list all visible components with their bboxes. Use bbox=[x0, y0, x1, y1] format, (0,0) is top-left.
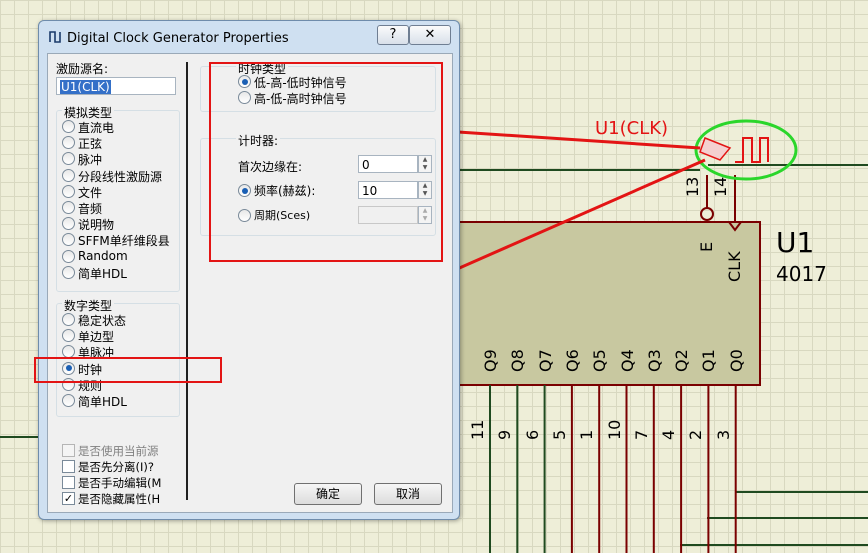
output-pin-number: 11 bbox=[468, 419, 487, 440]
generator-label: U1(CLK) bbox=[595, 118, 669, 139]
dialog-title: Digital Clock Generator Properties bbox=[67, 31, 289, 46]
clock-wave-icon bbox=[735, 137, 769, 163]
analog-type-label: 音频 bbox=[78, 202, 103, 216]
pin-number-e: 13 bbox=[683, 176, 702, 197]
output-pin-number: 9 bbox=[495, 429, 515, 440]
checkbox-label: 是否手动编辑(M bbox=[78, 476, 162, 490]
source-name-label: 激励源名: bbox=[56, 62, 109, 76]
output-pin-label: Q7 bbox=[535, 349, 555, 372]
analog-type-label: 正弦 bbox=[78, 137, 103, 152]
output-pin-number: 3 bbox=[713, 429, 733, 440]
output-pin-label: Q3 bbox=[644, 349, 664, 372]
analog-type-radio[interactable] bbox=[62, 184, 75, 198]
digital-type-label: 单边型 bbox=[78, 330, 115, 345]
checkbox-label: 是否隐藏属性(H bbox=[78, 492, 161, 506]
output-pin-label: Q4 bbox=[617, 349, 637, 372]
chip-reference: U1 bbox=[776, 226, 815, 259]
analog-type-radio[interactable] bbox=[62, 120, 75, 133]
output-pin-stubs bbox=[489, 385, 737, 553]
output-pin-number: 4 bbox=[659, 429, 679, 440]
analog-type-label: 文件 bbox=[78, 185, 103, 200]
analog-type-radio[interactable] bbox=[62, 265, 75, 279]
annotation-box-settings bbox=[209, 62, 443, 262]
analog-type-label: 脉冲 bbox=[78, 153, 103, 168]
analog-type-radio[interactable] bbox=[62, 249, 75, 263]
output-pin-number: 10 bbox=[604, 419, 624, 440]
analog-type-label: 说明物 bbox=[78, 218, 115, 233]
help-button[interactable]: ? bbox=[377, 25, 409, 45]
analog-type-radio[interactable] bbox=[62, 168, 75, 182]
output-pin-number: 5 bbox=[549, 429, 569, 440]
annotation-box-clock bbox=[34, 357, 222, 383]
column-divider bbox=[186, 62, 188, 500]
cancel-button[interactable]: 取消 bbox=[374, 483, 442, 505]
checkbox[interactable] bbox=[62, 476, 75, 489]
properties-dialog: Digital Clock Generator Properties ? ✕ 激… bbox=[38, 20, 460, 520]
digital-type-radio[interactable] bbox=[62, 394, 75, 407]
pin-label-e: E bbox=[697, 241, 716, 252]
source-name-input[interactable]: U1(CLK) bbox=[56, 77, 176, 95]
digital-type-label: 稳定状态 bbox=[78, 314, 127, 328]
chip-part-number: 4017 bbox=[776, 262, 827, 286]
checkbox[interactable]: ✓ bbox=[62, 492, 75, 505]
digital-type-radio[interactable] bbox=[62, 313, 75, 326]
output-pin-label: Q1 bbox=[699, 349, 719, 372]
digital-type-label: 简单HDL bbox=[78, 395, 127, 409]
checkbox bbox=[62, 444, 75, 457]
checkbox[interactable] bbox=[62, 460, 75, 473]
dialog-titlebar[interactable]: Digital Clock Generator Properties ? ✕ bbox=[39, 21, 459, 53]
checkbox-label: 是否先分离(I)? bbox=[78, 460, 154, 474]
generator-symbol bbox=[699, 137, 732, 161]
output-pin-label: Q5 bbox=[590, 349, 610, 372]
output-pin-number: 2 bbox=[686, 429, 706, 440]
pin-label-clk: CLK bbox=[725, 251, 744, 282]
output-pin-number: 6 bbox=[522, 429, 542, 440]
checkbox-label: 是否使用当前源 bbox=[78, 444, 159, 458]
output-pin-number: 1 bbox=[577, 429, 597, 440]
analog-type-label: 直流电 bbox=[78, 121, 115, 135]
analog-type-label: SFFM单纤维段县 bbox=[78, 234, 170, 249]
output-pin-label: Q2 bbox=[672, 349, 692, 372]
ok-button[interactable]: 确定 bbox=[294, 483, 362, 505]
output-pin-label: Q8 bbox=[508, 349, 528, 372]
pin-number-clk: 14 bbox=[711, 176, 730, 197]
close-button[interactable]: ✕ bbox=[409, 25, 451, 45]
output-pin-label: Q9 bbox=[481, 349, 500, 372]
clock-generator-icon bbox=[49, 31, 61, 43]
output-pin-label: Q0 bbox=[726, 349, 746, 372]
output-pin-number: 7 bbox=[631, 429, 651, 440]
analog-type-radio[interactable] bbox=[62, 201, 75, 214]
analog-type-label: Random bbox=[78, 248, 128, 263]
pin-e-inverter bbox=[700, 207, 714, 221]
analog-type-label: 分段线性激励源 bbox=[78, 169, 163, 184]
output-pin-label: Q6 bbox=[562, 349, 582, 372]
source-name-value: U1(CLK) bbox=[60, 80, 111, 94]
analog-type-label: 简单HDL bbox=[78, 266, 127, 281]
